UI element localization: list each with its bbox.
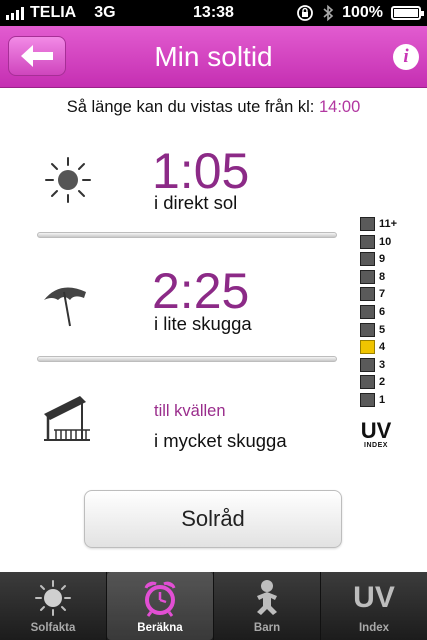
uv-level-2: 2 [360, 375, 386, 390]
page-title: Min soltid [154, 41, 273, 72]
tab-label: Solfakta [30, 622, 76, 634]
uv-level-5: 5 [360, 322, 386, 337]
uv-level-box [360, 322, 375, 337]
umbrella-icon [44, 287, 86, 327]
uv-level-label: 7 [379, 288, 386, 301]
uv-level-6: 6 [360, 305, 385, 319]
uv-level-label: 8 [379, 270, 386, 283]
uv-level-box [360, 217, 375, 231]
uv-logo-sub: INDEX [364, 442, 388, 449]
baby-icon [257, 580, 277, 615]
uv-level-11plus: 11+ [360, 217, 397, 231]
status-right: 100% [296, 4, 424, 22]
uv-level-9: 9 [360, 252, 386, 267]
little-shade-label: i lite skugga [154, 313, 252, 334]
uv-level-box [360, 357, 375, 372]
uv-level-4: 4 [360, 340, 386, 355]
uv-level-box [360, 393, 375, 407]
uv-level-box [360, 234, 375, 249]
uv-level-label: 1 [379, 394, 386, 406]
sun-icon [45, 157, 91, 203]
much-shade-time: till kvällen [154, 402, 226, 420]
little-shade-time: 2:25 [152, 263, 250, 319]
tab-solfakta[interactable]: Solfakta [0, 572, 106, 640]
uv-level-label: 5 [379, 323, 386, 336]
direct-sun-label: i direkt sol [154, 192, 238, 213]
uv-level-label: 9 [379, 253, 386, 266]
tab-label: Index [358, 622, 390, 634]
uv-level-label: 2 [379, 376, 386, 389]
uv-level-1: 1 [360, 393, 385, 407]
start-time[interactable]: 14:00 [319, 98, 360, 116]
divider [37, 232, 337, 238]
nav-bar: Min soltid i [0, 26, 427, 88]
much-shade-label: i mycket skugga [154, 430, 287, 451]
tab-index[interactable]: UV Index [321, 572, 427, 640]
info-button[interactable]: i [393, 44, 419, 70]
intro-line: Så länge kan du vistas ute från kl: 14:0… [0, 98, 427, 117]
uv-index-logo: UV INDEX [360, 418, 392, 450]
tab-label: Beräkna [137, 622, 183, 634]
uv-level-label: 10 [379, 235, 392, 248]
intro-text: Så länge kan du vistas ute från kl: [66, 98, 315, 116]
uv-level-label: 4 [379, 341, 386, 354]
uv-level-box [360, 287, 375, 302]
uv-index-icon: UV [353, 581, 395, 614]
divider [37, 356, 337, 362]
uv-level-box [360, 305, 375, 319]
tab-label: Barn [253, 622, 281, 634]
uv-level-label: 3 [379, 358, 386, 371]
solrad-button[interactable]: Solråd [84, 490, 342, 548]
bluetooth-icon [323, 4, 334, 22]
uv-level-box [360, 269, 375, 284]
uv-level-box [360, 252, 375, 267]
uv-level-label: 11+ [379, 218, 398, 230]
tab-bar: Solfakta Beräkna Barn UV Index [0, 572, 427, 640]
alarm-clock-icon [144, 581, 176, 617]
direct-sun-time: 1:05 [152, 143, 250, 199]
tab-barn[interactable]: Barn [214, 572, 320, 640]
shelter-icon [44, 396, 90, 441]
uv-level-box [360, 375, 375, 390]
battery-percent: 100% [342, 4, 383, 21]
uv-logo-text: UV [360, 418, 392, 443]
uv-level-3: 3 [360, 357, 386, 372]
uv-level-box [360, 340, 375, 355]
uv-level-8: 8 [360, 269, 386, 284]
sun-tab-icon [35, 580, 71, 616]
uv-level-10: 10 [360, 234, 392, 249]
uv-level-7: 7 [360, 287, 386, 302]
uv-level-label: 6 [379, 306, 386, 318]
rotation-lock-icon [297, 5, 313, 21]
tab-berakna[interactable]: Beräkna [107, 572, 213, 640]
status-bar: TELIA 3G 13:38 100% [0, 0, 427, 26]
battery-icon [391, 6, 424, 20]
